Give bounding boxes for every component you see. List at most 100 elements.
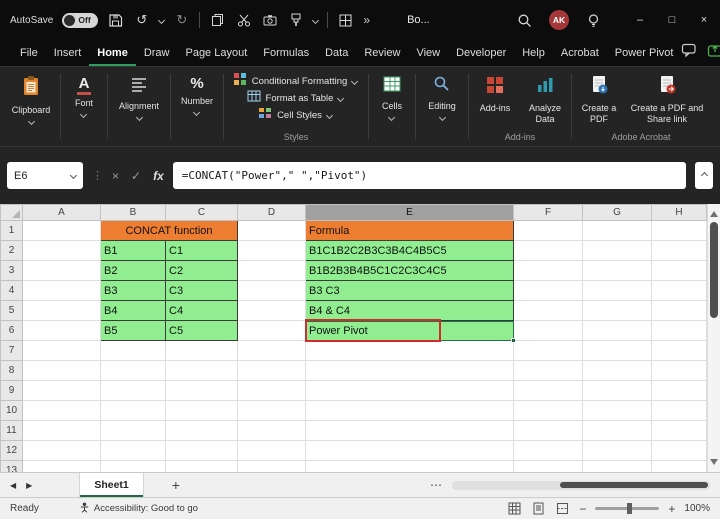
format-as-table-button[interactable]: Format as Table [243, 90, 350, 107]
formula-bar-collapse-button[interactable] [695, 162, 713, 189]
cell[interactable] [166, 461, 238, 473]
cell-styles-button[interactable]: Cell Styles [254, 107, 338, 124]
cell[interactable] [514, 421, 583, 441]
cell[interactable] [514, 461, 583, 473]
comment-icon[interactable] [681, 43, 697, 63]
more-icon[interactable]: ⋯ [430, 478, 442, 492]
cell-E2[interactable]: B1C1B2C2B3C3B4C4B5C5 [306, 241, 514, 261]
cut-icon[interactable] [235, 12, 252, 29]
cell[interactable] [101, 361, 166, 381]
tab-view[interactable]: View [408, 40, 448, 66]
cell[interactable] [23, 441, 101, 461]
cell[interactable] [514, 441, 583, 461]
cell-D6[interactable] [238, 321, 306, 341]
cell-B6[interactable]: B5 [101, 321, 166, 341]
tab-home[interactable]: Home [89, 40, 136, 66]
cell-H1[interactable] [652, 221, 707, 241]
cell-F1[interactable] [514, 221, 583, 241]
column-header-H[interactable]: H [652, 205, 707, 221]
cell[interactable] [306, 381, 514, 401]
cell[interactable] [652, 341, 707, 361]
cell[interactable] [652, 421, 707, 441]
cell[interactable] [306, 441, 514, 461]
tab-acrobat[interactable]: Acrobat [553, 40, 607, 66]
zoom-slider-thumb[interactable] [627, 503, 632, 514]
cancel-icon[interactable]: × [112, 169, 119, 183]
cell[interactable] [238, 421, 306, 441]
row-header-6[interactable]: 6 [1, 321, 23, 341]
cell[interactable] [583, 401, 652, 421]
alignment-button[interactable]: Alignment [119, 67, 159, 120]
cell[interactable] [166, 421, 238, 441]
cell[interactable] [583, 461, 652, 473]
share-icon[interactable] [707, 43, 720, 63]
horizontal-scroll-thumb[interactable] [560, 482, 708, 488]
cell[interactable] [514, 401, 583, 421]
cell[interactable] [652, 441, 707, 461]
lightbulb-icon[interactable] [585, 12, 602, 29]
column-header-G[interactable]: G [583, 205, 652, 221]
cell[interactable] [101, 441, 166, 461]
create-pdf-button[interactable]: Create a PDF [573, 67, 625, 125]
cell[interactable] [101, 421, 166, 441]
select-all-button[interactable] [1, 205, 23, 221]
cell[interactable] [23, 361, 101, 381]
clipboard-button[interactable]: Clipboard [12, 67, 51, 124]
row-header-12[interactable]: 12 [1, 441, 23, 461]
cell-B5[interactable]: B4 [101, 301, 166, 321]
tab-insert[interactable]: Insert [46, 40, 90, 66]
row-header-4[interactable]: 4 [1, 281, 23, 301]
column-header-F[interactable]: F [514, 205, 583, 221]
insert-function-icon[interactable]: fx [153, 169, 164, 183]
next-sheet-icon[interactable]: ▶ [21, 481, 37, 490]
create-pdf-share-button[interactable]: Create a PDF and Share link [625, 67, 709, 125]
cell[interactable] [514, 361, 583, 381]
cell[interactable] [23, 461, 101, 473]
cell-G5[interactable] [583, 301, 652, 321]
drag-handle-icon[interactable]: ⋮ [92, 169, 103, 182]
cell-D2[interactable] [238, 241, 306, 261]
row-header-9[interactable]: 9 [1, 381, 23, 401]
cell-F3[interactable] [514, 261, 583, 281]
cell-D4[interactable] [238, 281, 306, 301]
column-header-A[interactable]: A [23, 205, 101, 221]
cell-H6[interactable] [652, 321, 707, 341]
normal-view-icon[interactable] [507, 501, 522, 516]
cell[interactable] [166, 441, 238, 461]
minimize-button[interactable]: – [624, 0, 656, 40]
cell-H5[interactable] [652, 301, 707, 321]
tab-power-pivot[interactable]: Power Pivot [607, 40, 682, 66]
maximize-button[interactable]: □ [656, 0, 688, 40]
cell[interactable] [583, 341, 652, 361]
conditional-formatting-button[interactable]: Conditional Formatting [229, 73, 364, 90]
sheet-tab-sheet1[interactable]: Sheet1 [79, 473, 143, 497]
cell[interactable] [238, 381, 306, 401]
cell-A2[interactable] [23, 241, 101, 261]
cell[interactable] [23, 341, 101, 361]
cell-F4[interactable] [514, 281, 583, 301]
copy-icon[interactable] [209, 12, 226, 29]
column-header-C[interactable]: C [166, 205, 238, 221]
cell-H2[interactable] [652, 241, 707, 261]
cell-E1[interactable]: Formula [306, 221, 514, 241]
row-header-13[interactable]: 13 [1, 461, 23, 473]
cell-G6[interactable] [583, 321, 652, 341]
cell-F5[interactable] [514, 301, 583, 321]
prev-sheet-icon[interactable]: ◀ [0, 481, 21, 490]
cell-G2[interactable] [583, 241, 652, 261]
cell-A5[interactable] [23, 301, 101, 321]
cell-E4[interactable]: B3 C3 [306, 281, 514, 301]
autosave-toggle[interactable]: Off [62, 13, 98, 28]
search-icon[interactable] [516, 12, 533, 29]
cell-B3[interactable]: B2 [101, 261, 166, 281]
cell-C4[interactable]: C3 [166, 281, 238, 301]
tab-developer[interactable]: Developer [448, 40, 514, 66]
format-painter-icon[interactable] [287, 12, 304, 29]
cell-E3[interactable]: B1B2B3B4B5C1C2C3C4C5 [306, 261, 514, 281]
number-button[interactable]: % Number [181, 67, 213, 115]
tab-data[interactable]: Data [317, 40, 356, 66]
row-header-8[interactable]: 8 [1, 361, 23, 381]
cell[interactable] [238, 441, 306, 461]
page-layout-view-icon[interactable] [531, 501, 546, 516]
cell[interactable] [306, 341, 514, 361]
